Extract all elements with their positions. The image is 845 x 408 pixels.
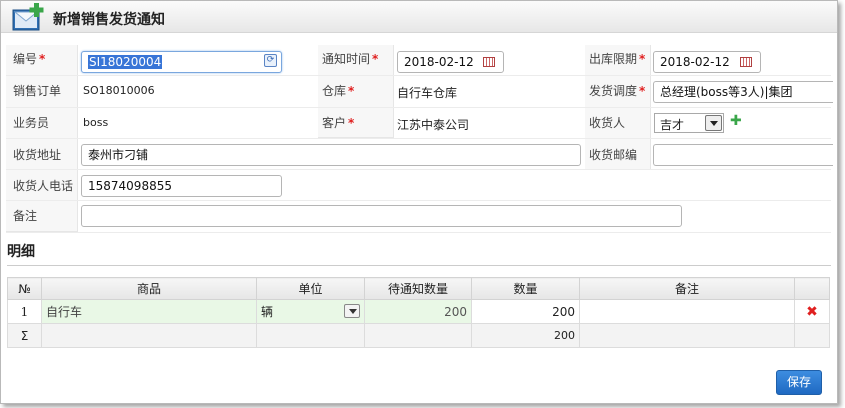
delete-icon[interactable]: ✖ <box>806 304 818 320</box>
phone-input[interactable]: 15874098855 <box>81 175 282 197</box>
pending-qty-cell: 200 <box>364 299 472 324</box>
calendar-icon[interactable] <box>740 57 752 67</box>
chevron-down-icon[interactable] <box>344 304 360 318</box>
postcode-label: 收货邮编 <box>589 148 638 162</box>
address-label: 收货地址 <box>13 148 62 162</box>
table-row: 1 自行车 辆 200 200 ✖ <box>7 299 830 324</box>
add-icon[interactable]: ✚ <box>730 113 742 129</box>
dialog-window: 新增销售发货通知 编号 * SI18020004 ⟳ 通知时间 * 2018-02-… <box>0 0 838 404</box>
row-number: 1 <box>7 299 42 324</box>
customer-value: 江苏中泰公司 <box>397 118 470 132</box>
sum-symbol: Σ <box>7 323 42 348</box>
sum-empty <box>41 323 257 348</box>
calendar-icon[interactable] <box>483 57 495 67</box>
salesman-label: 业务员 <box>13 116 50 130</box>
col-qty-header: 数量 <box>471 277 580 300</box>
sales-order-value: SO18010006 <box>83 84 155 97</box>
deadline-input[interactable]: 2018-02-12 <box>653 51 761 73</box>
section-divider <box>7 265 831 266</box>
sum-qty: 200 <box>471 323 580 348</box>
col-no-header: № <box>7 277 42 300</box>
row-divider <box>6 107 831 108</box>
remark-input[interactable] <box>81 205 682 227</box>
sum-empty <box>256 323 365 348</box>
product-cell[interactable]: 自行车 <box>41 299 257 324</box>
col-product-header: 商品 <box>41 277 257 300</box>
warehouse-label: 仓库 * <box>322 84 355 98</box>
remark-label: 备注 <box>13 209 38 223</box>
row-divider <box>6 200 831 201</box>
remark-cell[interactable] <box>579 299 795 324</box>
customer-label: 客户 * <box>322 116 355 130</box>
row-divider <box>6 138 831 139</box>
sum-empty <box>364 323 472 348</box>
notice-time-input[interactable]: 2018-02-12 <box>397 51 504 73</box>
table-header-row: № 商品 单位 待通知数量 数量 备注 <box>7 277 830 300</box>
receiver-select[interactable]: 吉才 <box>654 113 724 133</box>
new-document-icon <box>11 2 47 34</box>
delete-row-cell: ✖ <box>794 299 830 324</box>
chevron-down-icon[interactable] <box>705 115 722 131</box>
dispatch-label: 发货调度 * <box>589 84 646 98</box>
col-remark-header: 备注 <box>579 277 795 300</box>
qty-cell[interactable]: 200 <box>471 299 580 324</box>
sum-empty <box>579 323 795 348</box>
save-button[interactable]: 保存 <box>776 370 822 395</box>
address-input[interactable]: 泰州市刁铺 <box>81 144 581 166</box>
page-title: 新增销售发货通知 <box>53 12 165 28</box>
detail-section-title: 明细 <box>7 244 35 260</box>
refresh-icon[interactable]: ⟳ <box>264 54 277 67</box>
detail-table: № 商品 单位 待通知数量 数量 备注 1 自行车 辆 200 200 ✖ Σ … <box>7 277 830 348</box>
salesman-value: boss <box>83 116 109 129</box>
col-unit-header: 单位 <box>256 277 365 300</box>
sum-row: Σ 200 <box>7 323 830 348</box>
row-divider <box>6 75 831 76</box>
phone-label: 收货人电话 <box>13 179 74 193</box>
deadline-label: 出库限期 * <box>589 52 646 66</box>
unit-cell[interactable]: 辆 <box>256 299 365 324</box>
postcode-input[interactable] <box>653 144 833 166</box>
dispatch-input[interactable]: 总经理(boss等3人)|集团 <box>653 81 833 103</box>
title-bar: 新增销售发货通知 <box>1 1 837 33</box>
sales-order-label: 销售订单 <box>13 84 62 98</box>
col-action-header <box>794 277 830 300</box>
receiver-label: 收货人 <box>589 116 626 130</box>
code-input[interactable]: SI18020004 ⟳ <box>81 51 282 73</box>
warehouse-value: 自行车仓库 <box>397 86 458 100</box>
notice-time-label: 通知时间 * <box>322 52 379 66</box>
code-label: 编号 * <box>13 52 46 66</box>
row-divider <box>6 169 831 170</box>
row-divider <box>6 232 831 233</box>
sum-empty <box>794 323 830 348</box>
col-pending-header: 待通知数量 <box>364 277 472 300</box>
